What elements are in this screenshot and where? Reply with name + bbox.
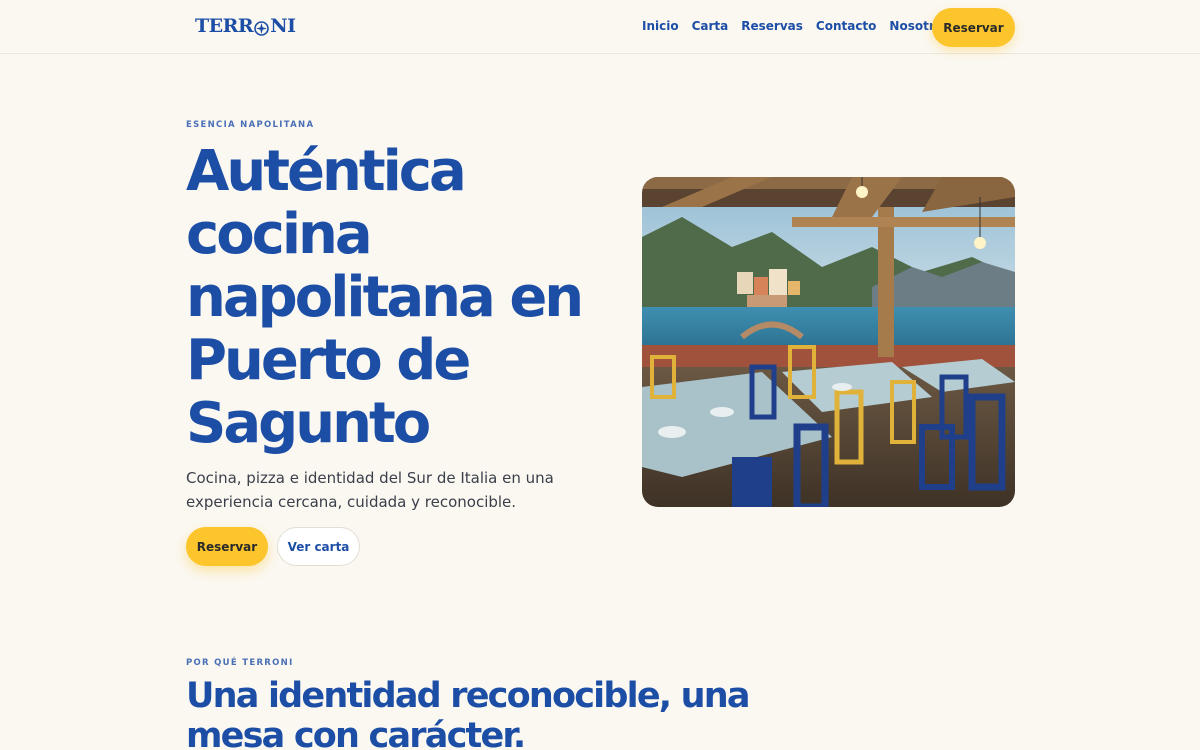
logo-text-left: TERR (195, 15, 254, 37)
nav-carta[interactable]: Carta (692, 19, 729, 33)
header-reservar-button[interactable]: Reservar (932, 8, 1015, 47)
nav-contacto[interactable]: Contacto (816, 19, 877, 33)
logo-text-right: NI (270, 15, 296, 37)
hero-eyebrow: ESENCIA NAPOLITANA (186, 120, 315, 130)
site-header: TERR NI Inicio Carta Reservas Contacto N… (0, 0, 1200, 54)
nav-reservas[interactable]: Reservas (741, 19, 803, 33)
ver-carta-button[interactable]: Ver carta (277, 527, 360, 566)
logo[interactable]: TERR NI (195, 15, 296, 37)
main-nav: Inicio Carta Reservas Contacto Nosotros (642, 19, 950, 33)
nav-inicio[interactable]: Inicio (642, 19, 679, 33)
logo-emblem-icon (254, 19, 270, 36)
hero-reservar-button[interactable]: Reservar (186, 527, 268, 566)
hero-title: Auténtica cocina napolitana en Puerto de… (186, 139, 584, 456)
restaurant-interior-image (642, 177, 1015, 507)
section-title: Una identidad reconocible, una mesa con … (186, 676, 751, 750)
hero-subtitle: Cocina, pizza e identidad del Sur de Ita… (186, 469, 554, 511)
section-eyebrow: POR QUÉ TERRONI (186, 658, 294, 668)
